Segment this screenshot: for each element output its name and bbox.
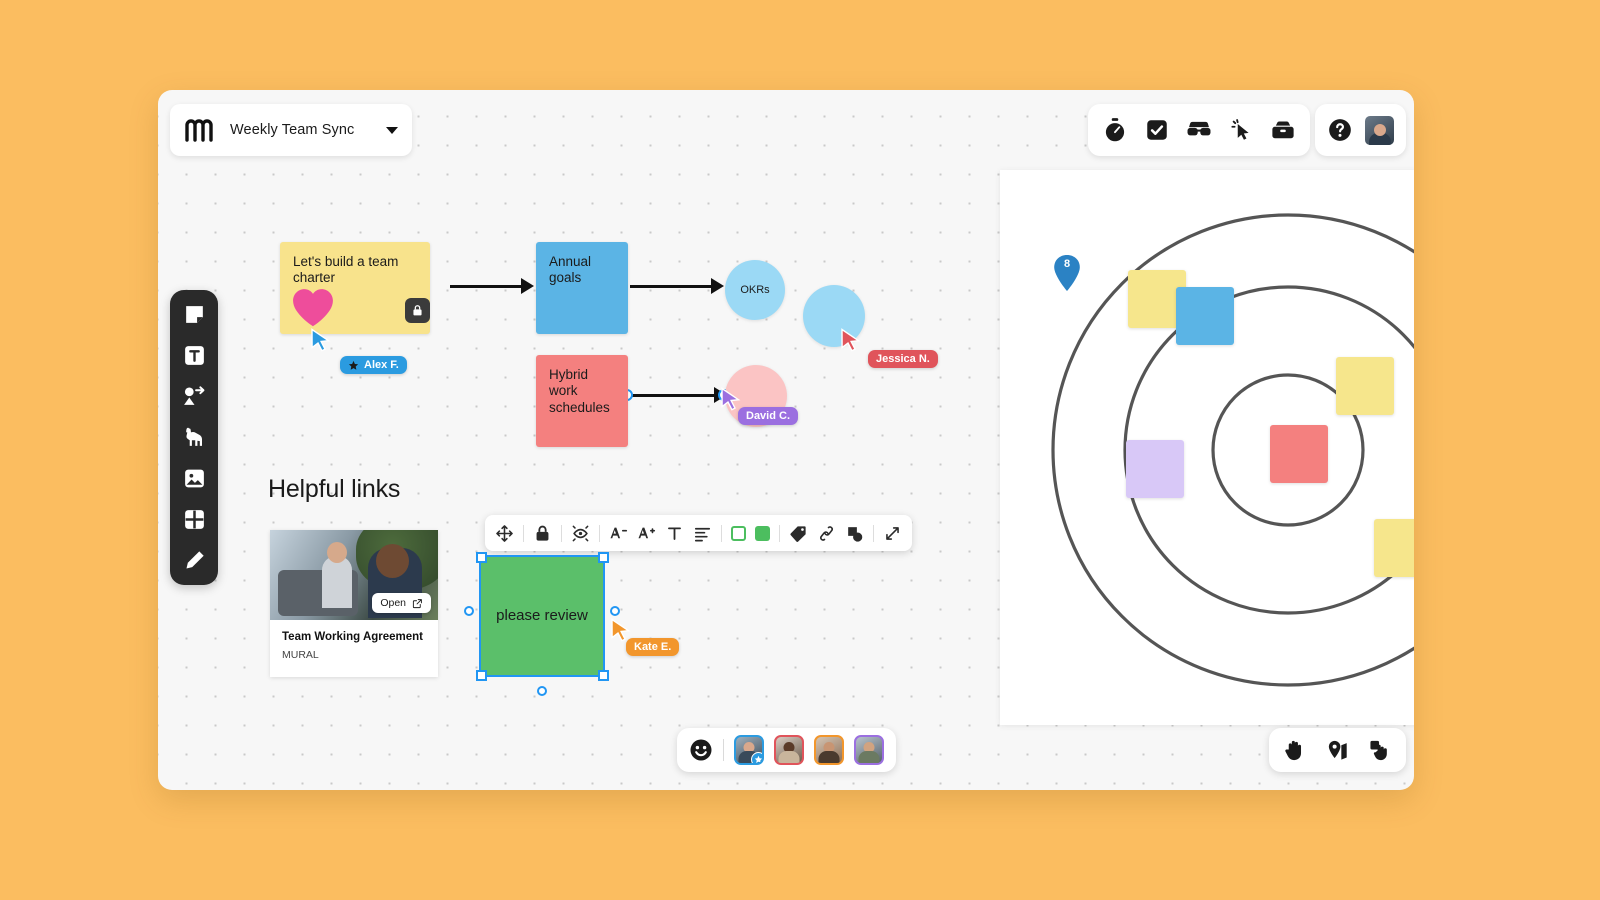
cursor-pointer-icon bbox=[720, 387, 742, 411]
divider bbox=[561, 524, 562, 542]
radar-sticky-purple[interactable] bbox=[1126, 440, 1184, 498]
link-card-source: MURAL bbox=[282, 649, 319, 661]
format-toolbar bbox=[485, 515, 912, 551]
link-card[interactable]: Open Team Working Agreement MURAL bbox=[270, 530, 438, 677]
star-icon bbox=[348, 360, 359, 370]
hand-pointer-icon[interactable] bbox=[1369, 739, 1392, 762]
sticky-text: Let's build a team charter bbox=[293, 254, 399, 286]
cursor-click-icon[interactable] bbox=[1228, 117, 1254, 143]
llama-icon[interactable] bbox=[182, 425, 207, 450]
mural-app-window: Weekly Team Sync Let's build a team char… bbox=[158, 90, 1414, 790]
chevron-down-icon[interactable] bbox=[386, 126, 398, 134]
canvas-navigation-bar bbox=[1269, 728, 1406, 772]
radar-sticky-yellow-3[interactable] bbox=[1374, 519, 1414, 577]
board-title-bar[interactable]: Weekly Team Sync bbox=[170, 104, 412, 156]
lock-badge-icon[interactable] bbox=[405, 298, 430, 323]
concentric-rings bbox=[1051, 213, 1414, 687]
shapes-connector-icon[interactable] bbox=[182, 384, 207, 409]
resize-handle-bottom-right[interactable] bbox=[598, 670, 609, 681]
move-arrows-icon[interactable] bbox=[495, 524, 514, 543]
resize-handle-top-left[interactable] bbox=[476, 552, 487, 563]
shapes-duplicate-icon[interactable] bbox=[845, 524, 864, 543]
border-color-swatch[interactable] bbox=[731, 525, 746, 541]
hand-icon[interactable] bbox=[1283, 739, 1306, 762]
connector-handle-bottom[interactable] bbox=[537, 686, 547, 696]
top-toolbar bbox=[1088, 104, 1310, 156]
sticky-text: Hybrid work schedules bbox=[549, 367, 610, 415]
timer-icon[interactable] bbox=[1102, 117, 1128, 143]
mural-logo-icon bbox=[184, 118, 218, 142]
font-increase-icon[interactable] bbox=[637, 524, 656, 543]
pencil-icon[interactable] bbox=[182, 548, 207, 573]
open-button-label: Open bbox=[380, 597, 406, 609]
tag-icon[interactable] bbox=[789, 524, 808, 543]
fill-color-swatch[interactable] bbox=[755, 525, 770, 541]
image-icon[interactable] bbox=[182, 466, 207, 491]
link-thumbnail: Open bbox=[270, 530, 438, 620]
star-icon bbox=[751, 752, 762, 763]
resize-diagonal-icon[interactable] bbox=[883, 524, 902, 543]
shape-label: OKRs bbox=[740, 284, 770, 296]
user-avatar[interactable] bbox=[1365, 115, 1394, 145]
cursor-pointer-icon bbox=[310, 328, 332, 352]
checkbox-icon[interactable] bbox=[1144, 117, 1170, 143]
heart-icon[interactable] bbox=[290, 286, 336, 328]
participants-bar bbox=[677, 728, 896, 772]
map-pin-icon[interactable] bbox=[1326, 739, 1349, 762]
cursor-pointer-icon bbox=[840, 328, 862, 352]
sticky-note-hybrid-work[interactable]: Hybrid work schedules bbox=[536, 355, 628, 447]
cursor-label: Kate E. bbox=[626, 638, 680, 656]
question-mark-icon[interactable] bbox=[1327, 117, 1353, 143]
link-card-body: Team Working Agreement MURAL bbox=[270, 620, 438, 677]
lock-icon[interactable] bbox=[533, 524, 552, 543]
participant-avatar[interactable] bbox=[814, 735, 844, 765]
help-and-avatar-bar bbox=[1315, 104, 1406, 156]
map-pin-count: 8 bbox=[1063, 258, 1071, 270]
align-left-icon[interactable] bbox=[693, 524, 712, 543]
external-link-icon bbox=[412, 598, 422, 608]
toolbox-icon[interactable] bbox=[1270, 117, 1296, 143]
selected-sticky-note[interactable]: please review bbox=[479, 555, 605, 677]
font-decrease-icon[interactable] bbox=[609, 524, 628, 543]
text-t-icon[interactable] bbox=[182, 343, 207, 368]
cursor-label: David C. bbox=[738, 407, 799, 425]
link-card-title: Team Working Agreement bbox=[282, 631, 424, 643]
resize-handle-bottom-left[interactable] bbox=[476, 670, 487, 681]
connector-handle-left[interactable] bbox=[464, 606, 474, 616]
participant-avatar[interactable] bbox=[774, 735, 804, 765]
text-t-icon[interactable] bbox=[665, 524, 684, 543]
divider bbox=[523, 524, 524, 542]
divider bbox=[873, 524, 874, 542]
sticky-note-annual-goals[interactable]: Annual goals bbox=[536, 242, 628, 334]
radar-template-panel[interactable]: 8 bbox=[1000, 170, 1414, 725]
helpful-links-heading: Helpful links bbox=[268, 475, 401, 503]
divider bbox=[599, 524, 600, 542]
cursor-label: Jessica N. bbox=[868, 350, 938, 368]
connector-handle-right[interactable] bbox=[610, 606, 620, 616]
radar-sticky-blue[interactable] bbox=[1176, 287, 1234, 345]
sticky-text: Annual goals bbox=[549, 254, 592, 286]
smiley-icon[interactable] bbox=[689, 738, 713, 762]
divider bbox=[721, 524, 722, 542]
selected-sticky-text: please review bbox=[496, 607, 588, 625]
divider bbox=[779, 524, 780, 542]
resize-handle-top-right[interactable] bbox=[598, 552, 609, 563]
radar-sticky-red[interactable] bbox=[1270, 425, 1328, 483]
shape-okrs[interactable]: OKRs bbox=[725, 260, 785, 320]
radar-sticky-yellow-2[interactable] bbox=[1336, 357, 1394, 415]
grid-icon[interactable] bbox=[182, 507, 207, 532]
participant-avatar[interactable] bbox=[734, 735, 764, 765]
divider bbox=[723, 739, 724, 761]
board-title: Weekly Team Sync bbox=[230, 122, 355, 138]
sticky-note-icon[interactable] bbox=[182, 302, 207, 327]
participant-avatar[interactable] bbox=[854, 735, 884, 765]
sunglasses-icon[interactable] bbox=[1186, 117, 1212, 143]
left-toolbar bbox=[170, 290, 218, 585]
open-link-button[interactable]: Open bbox=[372, 593, 431, 613]
link-icon[interactable] bbox=[817, 524, 836, 543]
map-pin-icon[interactable]: 8 bbox=[1052, 255, 1082, 291]
eye-hidden-icon[interactable] bbox=[571, 524, 590, 543]
cursor-label: Alex F. bbox=[340, 356, 407, 374]
